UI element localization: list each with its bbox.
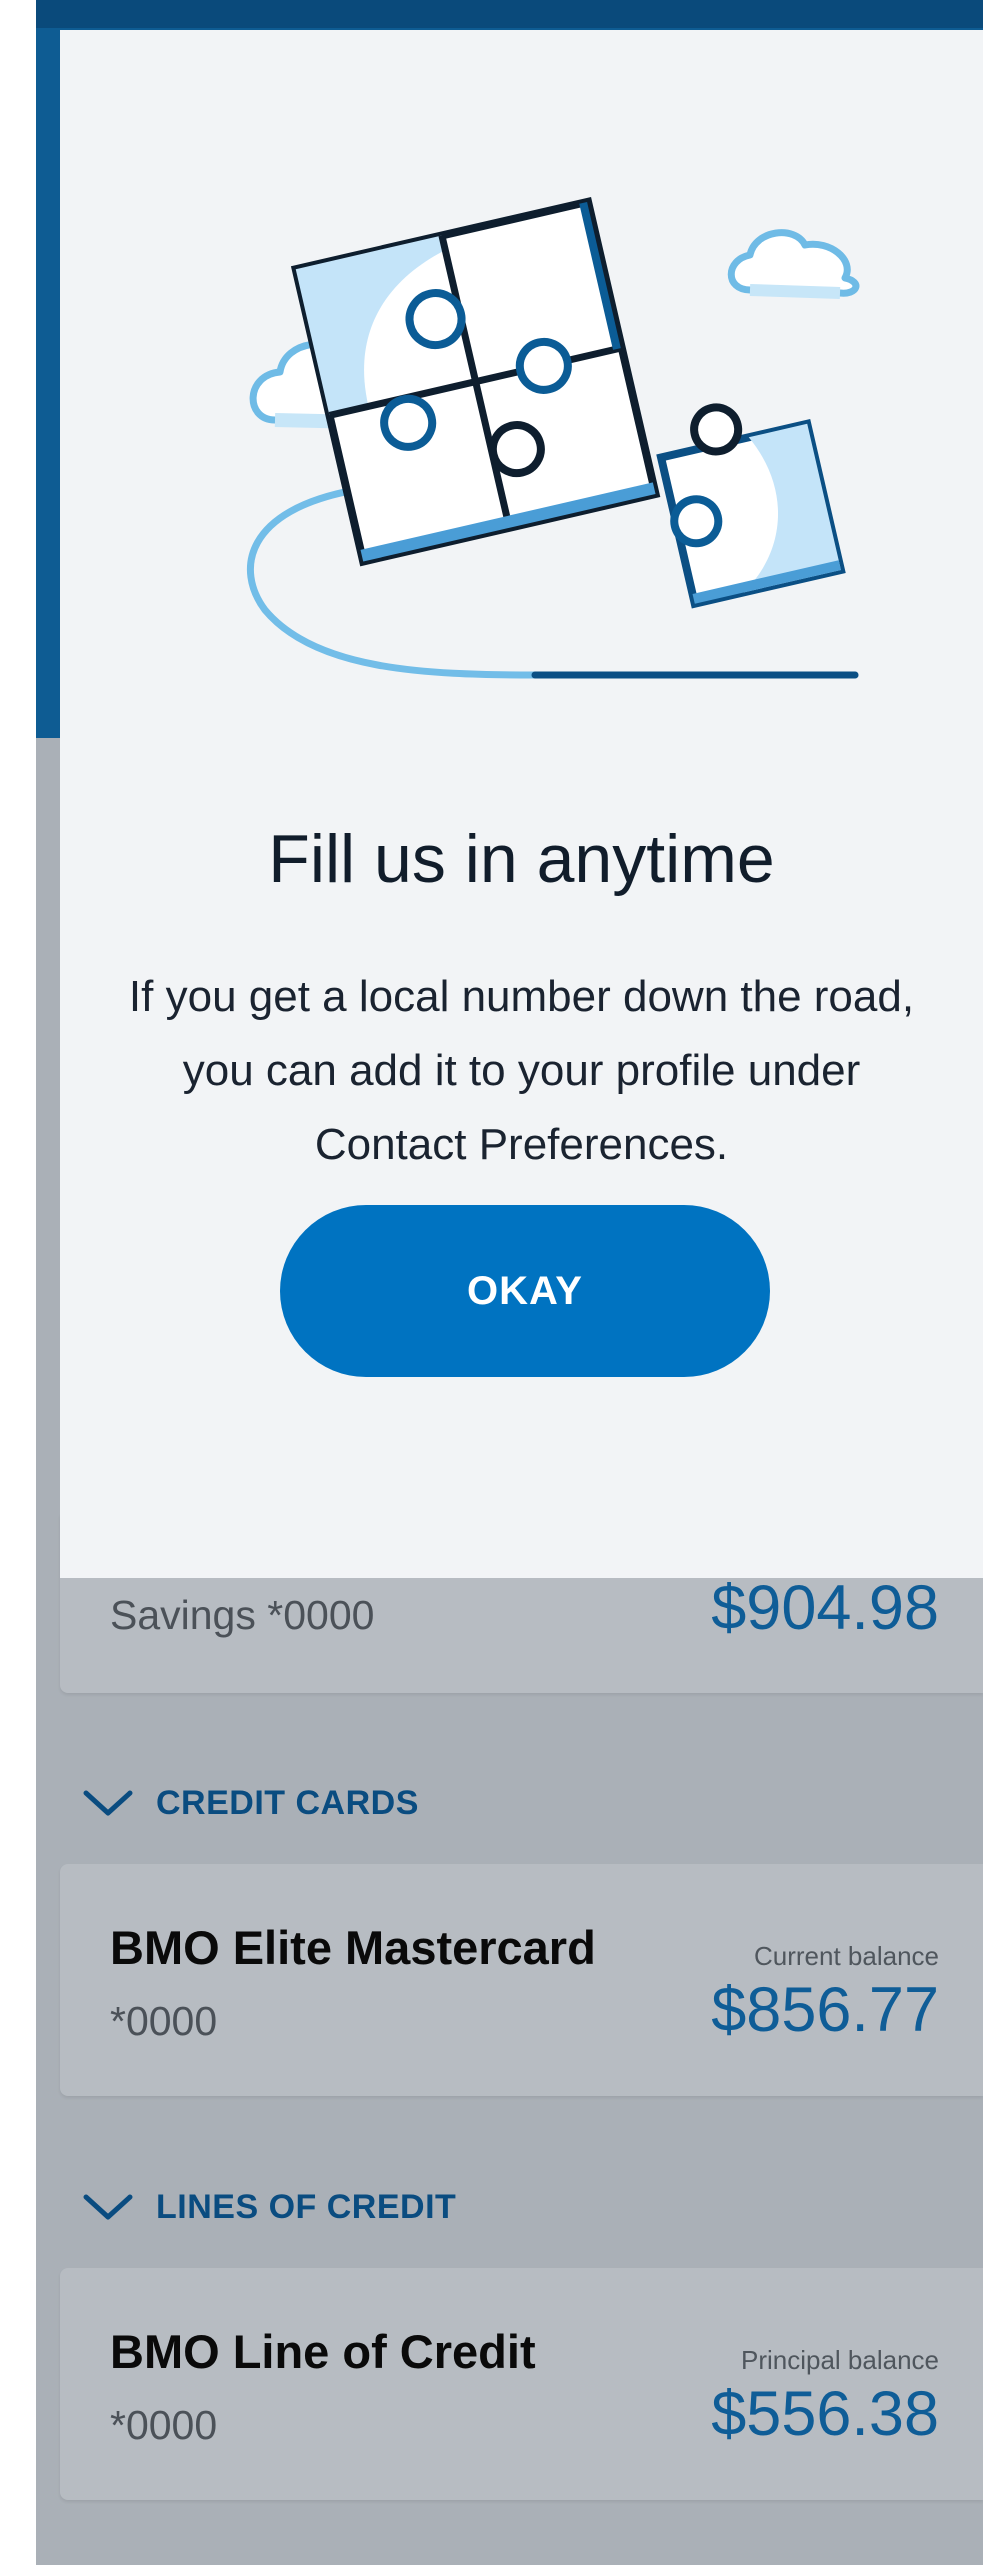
savings-account-number: Savings *0000: [110, 1592, 375, 1638]
chevron-down-icon: [83, 1790, 133, 1816]
lines-of-credit-section-toggle[interactable]: LINES OF CREDIT: [82, 2182, 456, 2232]
credit-card-number: *0000: [110, 1998, 218, 2044]
accounts-screen: Savings *0000 $904.98 CREDIT CARDS BMO E…: [0, 0, 983, 2565]
puzzle-pieces-illustration: [247, 196, 860, 679]
credit-card-name: BMO Elite Mastercard: [110, 1921, 596, 1974]
current-balance-label: Current balance: [754, 1941, 939, 1971]
status-bar: [36, 0, 983, 28]
line-of-credit-balance-value: $556.38: [711, 2379, 939, 2449]
credit-cards-section-toggle[interactable]: CREDIT CARDS: [82, 1778, 419, 1828]
credit-card-account-card[interactable]: BMO Elite Mastercard *0000 Current balan…: [60, 1864, 983, 2096]
left-edge-strip: [0, 0, 36, 2565]
cloud-icon: [727, 229, 860, 299]
modal-body-text: If you get a local number down the road,…: [128, 972, 915, 1169]
principal-balance-label: Principal balance: [740, 2345, 939, 2375]
credit-card-balance-value: $856.77: [711, 1975, 939, 2045]
modal-title: Fill us in anytime: [268, 821, 775, 897]
info-modal: Fill us in anytime If you get a local nu…: [60, 30, 983, 1578]
lines-of-credit-section-label: LINES OF CREDIT: [156, 2187, 457, 2226]
line-of-credit-account-card[interactable]: BMO Line of Credit *0000 Principal balan…: [60, 2268, 983, 2500]
line-of-credit-number: *0000: [110, 2402, 218, 2448]
okay-button[interactable]: OKAY: [280, 1205, 770, 1377]
chevron-down-icon: [83, 2194, 133, 2220]
credit-cards-section-label: CREDIT CARDS: [156, 1783, 419, 1822]
savings-balance-value: $904.98: [711, 1573, 939, 1643]
line-of-credit-name: BMO Line of Credit: [110, 2325, 536, 2378]
